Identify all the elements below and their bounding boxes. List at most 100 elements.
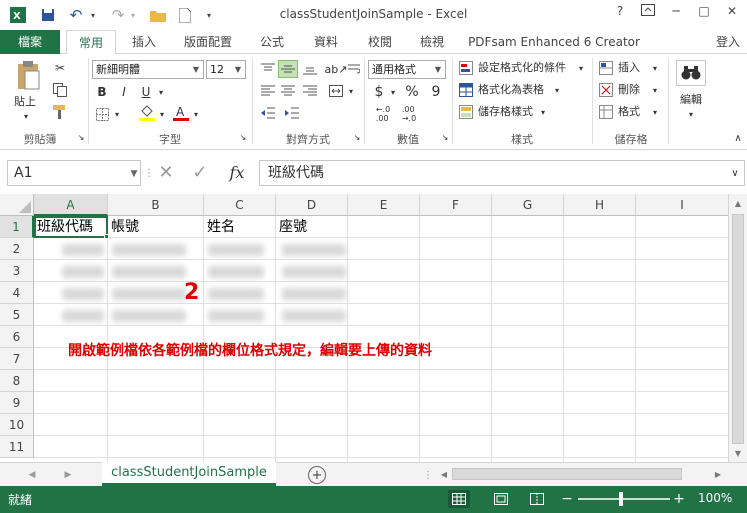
cancel-entry-icon[interactable]: ✕	[156, 162, 176, 183]
comma-style-button[interactable]: 9	[428, 83, 444, 101]
row-header-9[interactable]: 9	[0, 392, 34, 414]
align-bottom-icon[interactable]	[300, 60, 320, 78]
delete-cells-button[interactable]: 刪除	[618, 82, 640, 98]
format-cells-dropdown-icon[interactable]: ▾	[650, 106, 660, 118]
font-color-icon[interactable]: A	[172, 104, 190, 122]
format-as-table-icon[interactable]	[458, 82, 474, 98]
cell-b1[interactable]: 帳號	[108, 216, 204, 238]
number-launcher-icon[interactable]: ↘	[440, 132, 450, 142]
column-header-i[interactable]: I	[636, 194, 728, 216]
tab-home[interactable]: 常用	[66, 30, 116, 55]
normal-view-icon[interactable]	[448, 490, 470, 508]
previous-sheet-icon[interactable]: ◀	[26, 469, 38, 481]
tab-pdfsam[interactable]: PDFsam Enhanced 6 Creator	[466, 30, 642, 54]
worksheet-grid[interactable]: A B C D E F G H I 1 2 3 4 5 6 7 8 9 10 1…	[0, 194, 728, 462]
underline-button[interactable]: U	[138, 83, 154, 101]
horizontal-scrollbar-thumb[interactable]	[452, 468, 682, 480]
close-button[interactable]: ✕	[722, 4, 742, 24]
page-break-view-icon[interactable]	[526, 490, 548, 508]
conditional-formatting-button[interactable]: 設定格式化的條件	[478, 60, 566, 76]
restore-button[interactable]: □	[694, 4, 714, 24]
scroll-down-icon[interactable]: ▼	[732, 448, 744, 458]
tab-review[interactable]: 校閱	[360, 30, 400, 54]
font-launcher-icon[interactable]: ↘	[238, 132, 248, 142]
page-layout-view-icon[interactable]	[490, 490, 512, 508]
format-as-table-button[interactable]: 格式化為表格	[478, 82, 544, 98]
conditional-formatting-dropdown-icon[interactable]: ▾	[576, 62, 586, 74]
column-header-h[interactable]: H	[564, 194, 636, 216]
decrease-decimal-icon[interactable]: .00 →.0	[398, 105, 420, 123]
delete-cells-icon[interactable]	[598, 82, 614, 98]
select-all-corner[interactable]	[0, 194, 34, 216]
column-header-d[interactable]: D	[276, 194, 348, 216]
merge-center-icon[interactable]	[326, 82, 346, 100]
borders-icon[interactable]	[94, 106, 110, 122]
zoom-in-button[interactable]: +	[672, 490, 686, 508]
underline-dropdown-icon[interactable]: ▾	[156, 86, 166, 98]
cell-a1[interactable]: 班級代碼	[34, 216, 108, 238]
column-header-c[interactable]: C	[204, 194, 276, 216]
add-sheet-button[interactable]: +	[308, 466, 326, 484]
column-header-a[interactable]: A	[34, 194, 108, 216]
cell-d1[interactable]: 座號	[276, 216, 348, 238]
bold-button[interactable]: B	[94, 83, 110, 101]
decrease-indent-icon[interactable]	[258, 104, 278, 122]
zoom-level[interactable]: 100%	[698, 491, 732, 505]
cell-c1[interactable]: 姓名	[204, 216, 276, 238]
cell-styles-dropdown-icon[interactable]: ▾	[538, 106, 548, 118]
sign-in-link[interactable]: 登入	[716, 30, 747, 54]
minimize-button[interactable]: ─	[666, 4, 686, 24]
formula-bar-handle-icon[interactable]: ⋮	[144, 164, 154, 182]
clipboard-launcher-icon[interactable]: ↘	[76, 132, 86, 142]
name-box-dropdown-icon[interactable]: ▼	[128, 168, 140, 180]
zoom-slider-thumb[interactable]	[619, 492, 623, 506]
tab-file[interactable]: 檔案	[0, 30, 60, 54]
row-header-10[interactable]: 10	[0, 414, 34, 436]
fill-color-icon[interactable]	[138, 104, 156, 122]
delete-cells-dropdown-icon[interactable]: ▾	[650, 84, 660, 96]
paste-button[interactable]: 貼上	[14, 94, 36, 110]
currency-button[interactable]: $	[372, 83, 386, 101]
font-size-combo[interactable]: 12 ▼	[206, 60, 246, 79]
cut-icon[interactable]: ✂	[52, 60, 68, 76]
name-box[interactable]: A1	[7, 160, 141, 186]
align-top-icon[interactable]	[258, 60, 278, 78]
percent-button[interactable]: %	[404, 83, 420, 101]
increase-decimal-icon[interactable]: ←.0.00	[372, 105, 394, 123]
format-cells-button[interactable]: 格式	[618, 104, 640, 120]
row-header-3[interactable]: 3	[0, 260, 34, 282]
tab-data[interactable]: 資料	[306, 30, 346, 54]
row-header-11[interactable]: 11	[0, 436, 34, 458]
row-header-7[interactable]: 7	[0, 348, 34, 370]
align-middle-icon[interactable]	[278, 60, 298, 78]
row-header-4[interactable]: 4	[0, 282, 34, 304]
horizontal-scrollbar[interactable]: ◀ ▶	[436, 465, 726, 483]
row-header-8[interactable]: 8	[0, 370, 34, 392]
vertical-scrollbar[interactable]: ▲ ▼	[728, 194, 747, 462]
wrap-text-icon[interactable]	[346, 60, 362, 78]
align-left-icon[interactable]	[258, 82, 278, 100]
font-color-dropdown-icon[interactable]: ▾	[191, 108, 201, 120]
tab-page-layout[interactable]: 版面配置	[176, 30, 240, 54]
scroll-left-icon[interactable]: ◀	[438, 468, 450, 480]
scroll-right-icon[interactable]: ▶	[712, 468, 724, 480]
insert-function-icon[interactable]: fx	[224, 162, 250, 182]
zoom-out-button[interactable]: −	[560, 490, 574, 508]
editing-dropdown-icon[interactable]: ▾	[686, 108, 696, 120]
row-header-1[interactable]: 1	[0, 216, 34, 238]
column-header-g[interactable]: G	[492, 194, 564, 216]
tab-insert[interactable]: 插入	[122, 30, 166, 54]
cell-styles-icon[interactable]	[458, 104, 474, 120]
column-header-f[interactable]: F	[420, 194, 492, 216]
editing-button[interactable]: 編輯	[680, 92, 702, 108]
font-name-combo[interactable]: 新細明體 ▼	[92, 60, 204, 79]
collapse-ribbon-icon[interactable]: ∧	[732, 132, 744, 144]
help-button[interactable]: ?	[610, 4, 630, 24]
increase-indent-icon[interactable]	[282, 104, 302, 122]
row-header-6[interactable]: 6	[0, 326, 34, 348]
cell-styles-button[interactable]: 儲存格樣式	[478, 104, 533, 120]
format-painter-icon[interactable]	[52, 104, 68, 120]
binoculars-icon[interactable]	[676, 60, 706, 86]
number-format-combo[interactable]: 通用格式 ▼	[368, 60, 446, 79]
currency-dropdown-icon[interactable]: ▾	[388, 86, 398, 98]
